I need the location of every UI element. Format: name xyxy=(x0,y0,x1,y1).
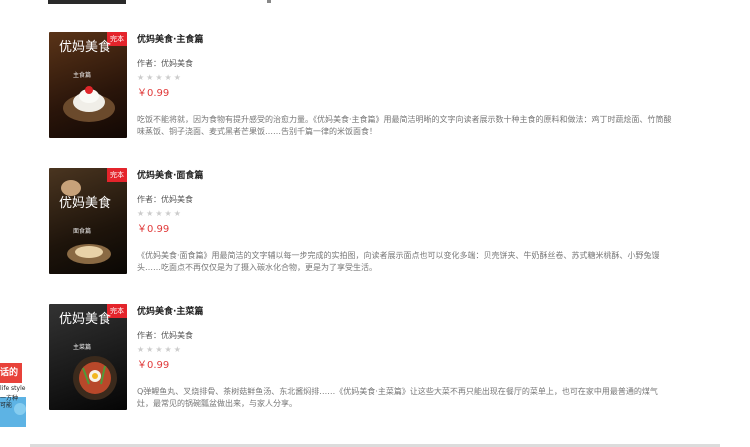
cover-dish-illustration xyxy=(61,180,111,264)
book-author: 作者：优妈美食 xyxy=(137,195,193,204)
book-cover[interactable]: 完本 优妈美食 面食篇 xyxy=(49,168,127,274)
widget-text-4: 可能 xyxy=(0,402,13,409)
floating-chat-widget[interactable]: 话的 life style 一方种 可能 xyxy=(0,353,28,427)
book-description: 《优妈美食·面食篇》用最简洁的文字辅以每一步完成的实拍图，向读者展示面点也可以变… xyxy=(137,251,660,272)
book-description: 吃饭不能将就，因为食物有提升感受的治愈力量。《优妈美食·主食篇》用最简洁明晰的文… xyxy=(137,115,672,136)
book-title[interactable]: 优妈美食·面食篇 xyxy=(137,168,203,181)
separator-mark xyxy=(267,0,271,3)
book-title[interactable]: 优妈美食·主菜篇 xyxy=(137,304,203,317)
book-cover[interactable]: 完本 优妈美食 主食篇 xyxy=(49,32,127,138)
widget-text-1: 话的 xyxy=(0,368,19,378)
book-cover[interactable]: 完本 优妈美食 主菜篇 xyxy=(49,304,127,410)
book-price: ￥0.99 xyxy=(137,88,170,99)
book-list-item[interactable]: 完本 优妈美食 主菜篇 优妈美食·主菜篇 作者：优妈美食 ★★★★★ ￥0.99… xyxy=(49,304,689,416)
book-price: ￥0.99 xyxy=(137,360,170,371)
book-list-item[interactable]: 完本 优妈美食 面食篇 优妈美食·面食篇 作者：优妈美食 ★★★★★ ￥0.99… xyxy=(49,168,689,280)
book-title[interactable]: 优妈美食·主食篇 xyxy=(137,32,203,45)
cover-dish-illustration xyxy=(63,86,115,122)
rating-stars: ★★★★★ xyxy=(137,345,183,354)
book-price: ￥0.99 xyxy=(137,224,170,235)
book-description: Q弹鲤鱼丸、叉烧排骨、茶树菇鲜鱼汤、东北酱焖排……《优妈美食·主菜篇》让这些大菜… xyxy=(137,387,658,408)
cover-dish-illustration xyxy=(73,356,117,400)
rating-stars: ★★★★★ xyxy=(137,73,183,82)
book-author: 作者：优妈美食 xyxy=(137,331,193,340)
rating-stars: ★★★★★ xyxy=(137,209,183,218)
previous-book-cover-edge xyxy=(48,0,126,4)
book-list-item[interactable]: 完本 优妈美食 主食篇 优妈美食·主食篇 作者：优妈美食 ★★★★★ ￥0.99… xyxy=(49,32,689,144)
widget-text-2: life style xyxy=(0,385,26,392)
book-author: 作者：优妈美食 xyxy=(137,59,193,68)
